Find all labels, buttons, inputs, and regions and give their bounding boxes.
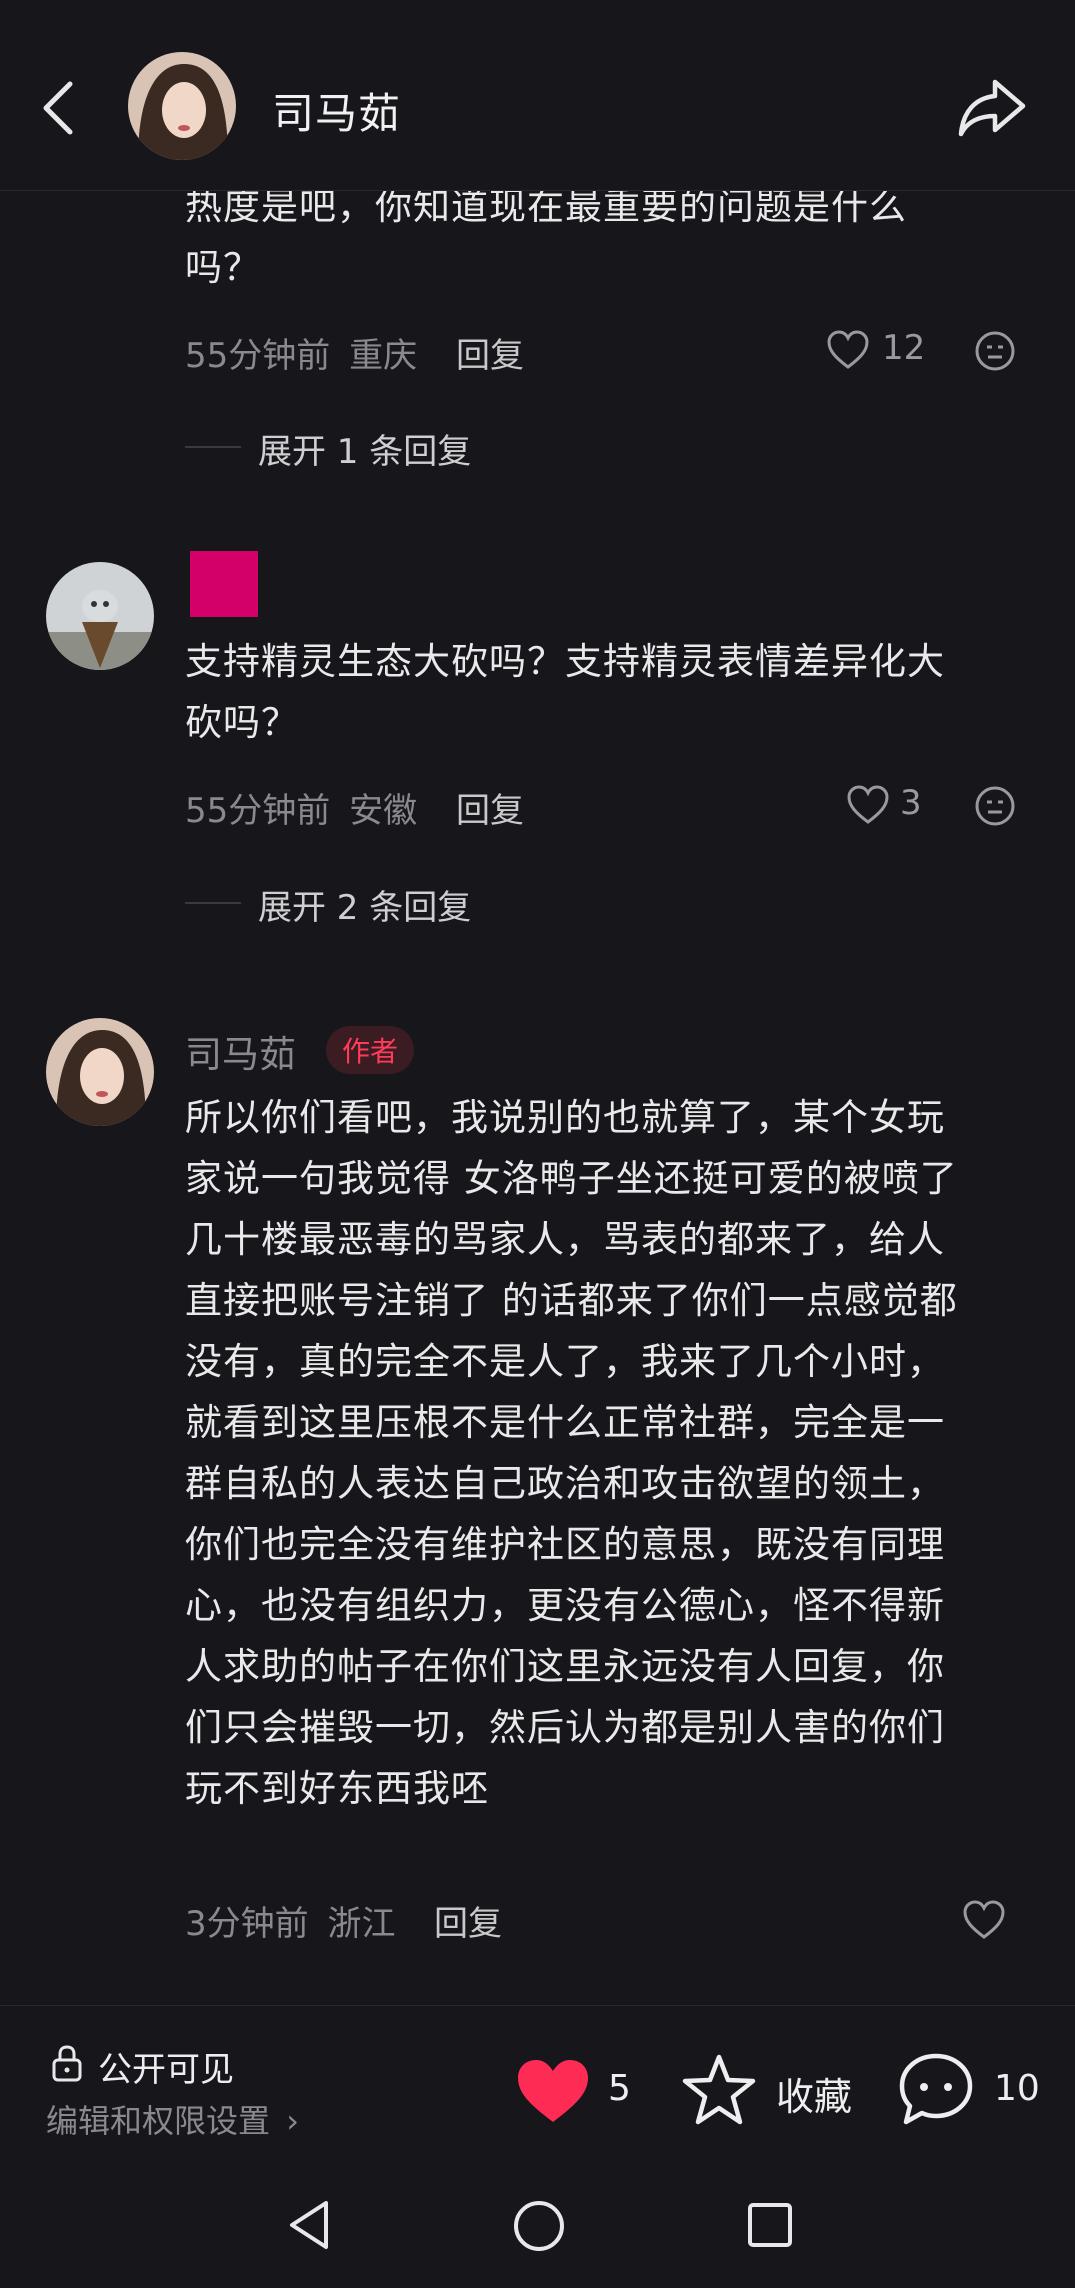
heart-outline-icon[interactable] bbox=[826, 330, 870, 370]
divider bbox=[185, 902, 241, 904]
share-icon[interactable] bbox=[955, 74, 1029, 140]
post-comment-count: 10 bbox=[994, 2068, 1040, 2109]
chevron-right-icon: › bbox=[286, 2102, 299, 2140]
expand-replies-button[interactable]: 展开 2 条回复 bbox=[258, 880, 471, 929]
divider bbox=[185, 446, 241, 448]
comment-text-line: 吗？ bbox=[185, 246, 261, 289]
redacted-username bbox=[190, 551, 258, 617]
star-icon[interactable] bbox=[680, 2052, 758, 2128]
comment-text-line: 家说一句我觉得 女洛鸭子坐还挺可爱的被喷了 bbox=[185, 1157, 958, 1200]
lock-icon bbox=[52, 2045, 82, 2082]
comment-time: 55分钟前 安徽 bbox=[185, 783, 417, 832]
comment-author-name[interactable]: 司马茹 bbox=[185, 1024, 296, 1078]
comment-text-line: 心，也没有组织力，更没有公德心，怪不得新 bbox=[185, 1584, 945, 1627]
comment-text-line: 直接把账号注销了 的话都来了你们一点感觉都 bbox=[185, 1279, 958, 1322]
comment-location: 重庆 bbox=[349, 336, 418, 376]
author-name: 司马茹 bbox=[272, 89, 402, 138]
comment-time: 3分钟前 浙江 bbox=[185, 1896, 395, 1945]
emoji-icon[interactable] bbox=[974, 785, 1016, 827]
comment-text-line: 玩不到好东西我呸 bbox=[185, 1767, 489, 1810]
comment-text-line: 几十楼最恶毒的骂家人，骂表的都来了，给人 bbox=[185, 1218, 945, 1261]
heart-outline-icon[interactable] bbox=[846, 785, 890, 825]
comment-location: 浙江 bbox=[327, 1904, 396, 1944]
comment-time-text: 55分钟前 bbox=[185, 791, 331, 831]
commenter-avatar[interactable] bbox=[46, 562, 154, 670]
comment-text: 所以你们看吧，我说别的也就算了，某个女玩 家说一句我觉得 女洛鸭子坐还挺可爱的被… bbox=[185, 1087, 1035, 1819]
nav-home-icon[interactable] bbox=[512, 2199, 566, 2253]
comment-text-line: 所以你们看吧，我说别的也就算了，某个女玩 bbox=[185, 1096, 945, 1139]
permission-settings-link[interactable]: 编辑和权限设置 › bbox=[46, 2096, 299, 2142]
comment-text-line: 人求助的帖子在你们这里永远没有人回复，你 bbox=[185, 1645, 945, 1688]
bottom-action-bar: 公开可见 编辑和权限设置 › 5 收藏 10 bbox=[0, 2005, 1075, 2156]
like-count: 12 bbox=[882, 328, 926, 368]
author-comment-avatar[interactable] bbox=[46, 1018, 154, 1126]
reply-button[interactable]: 回复 bbox=[434, 1896, 502, 1945]
comment-text-line: 就看到这里压根不是什么正常社群，完全是一 bbox=[185, 1401, 945, 1444]
like-count: 3 bbox=[900, 783, 922, 823]
expand-replies-button[interactable]: 展开 1 条回复 bbox=[258, 424, 471, 473]
comment-text: 支持精灵生态大砍吗？支持精灵表情差异化大 砍吗？ bbox=[185, 631, 1035, 753]
comment-bubble-icon[interactable] bbox=[896, 2050, 976, 2128]
reply-button[interactable]: 回复 bbox=[456, 783, 524, 832]
comment-time: 55分钟前 重庆 bbox=[185, 328, 417, 377]
author-avatar[interactable] bbox=[128, 52, 236, 160]
emoji-icon[interactable] bbox=[974, 330, 1016, 372]
heart-outline-icon[interactable] bbox=[962, 1900, 1006, 1940]
comment-text-line: 你们也完全没有维护社区的意思，既没有同理 bbox=[185, 1523, 945, 1566]
heart-filled-icon[interactable] bbox=[514, 2056, 592, 2126]
back-arrow-icon[interactable] bbox=[38, 78, 78, 138]
comment-text: 热度是吧，你知道现在最重要的问题是什么 吗？ bbox=[185, 176, 1035, 298]
nav-recents-icon[interactable] bbox=[746, 2201, 794, 2249]
post-like-count: 5 bbox=[608, 2068, 631, 2109]
reply-button[interactable]: 回复 bbox=[456, 328, 524, 377]
comment-time-text: 3分钟前 bbox=[185, 1904, 309, 1944]
comment-location: 安徽 bbox=[349, 791, 418, 831]
top-header: 司马茹 bbox=[0, 0, 1075, 191]
comment-text-line: 支持精灵生态大砍吗？支持精灵表情差异化大 bbox=[185, 640, 945, 683]
collect-label[interactable]: 收藏 bbox=[776, 2066, 852, 2121]
comment-text-line: 砍吗？ bbox=[185, 701, 299, 744]
nav-back-icon[interactable] bbox=[286, 2199, 332, 2251]
visibility-label[interactable]: 公开可见 bbox=[98, 2042, 234, 2091]
system-nav-bar bbox=[0, 2155, 1075, 2288]
comment-text-line: 没有，真的完全不是人了，我来了几个小时， bbox=[185, 1340, 945, 1383]
comment-text-line: 们只会摧毁一切，然后认为都是别人害的你们 bbox=[185, 1706, 945, 1749]
comment-text-line: 群自私的人表达自己政治和攻击欲望的领土， bbox=[185, 1462, 945, 1505]
author-badge: 作者 bbox=[326, 1026, 415, 1074]
permission-settings-text: 编辑和权限设置 bbox=[46, 2102, 271, 2140]
comment-time-text: 55分钟前 bbox=[185, 336, 331, 376]
